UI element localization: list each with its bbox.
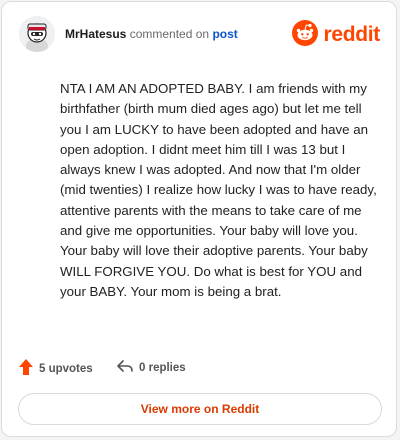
user-avatar[interactable]	[19, 16, 55, 52]
upvote-button[interactable]: 5 upvotes	[19, 359, 93, 378]
replies-button[interactable]: 0 replies	[117, 359, 186, 376]
reddit-snoo-icon	[292, 19, 319, 51]
reply-count: 0 replies	[139, 361, 186, 374]
reddit-wordmark: reddit	[323, 23, 380, 46]
upvote-count: 5 upvotes	[39, 362, 93, 375]
comment-body: NTA I AM AN ADOPTED BABY. I am friends w…	[60, 81, 377, 299]
reply-arrow-icon	[117, 359, 133, 376]
post-link[interactable]: post	[212, 27, 237, 41]
comment-meta: MrHatesus commented on post	[65, 27, 238, 41]
comment-embed-card: MrHatesus commented on post reddit NTA I…	[1, 1, 397, 437]
view-more-button[interactable]: View more on Reddit	[18, 393, 382, 425]
upvote-arrow-icon	[19, 359, 33, 378]
comment-header: MrHatesus commented on post reddit	[19, 16, 382, 56]
action-text: commented on	[129, 27, 210, 41]
reddit-logo[interactable]: reddit	[292, 19, 380, 51]
author-name[interactable]: MrHatesus	[65, 27, 126, 41]
